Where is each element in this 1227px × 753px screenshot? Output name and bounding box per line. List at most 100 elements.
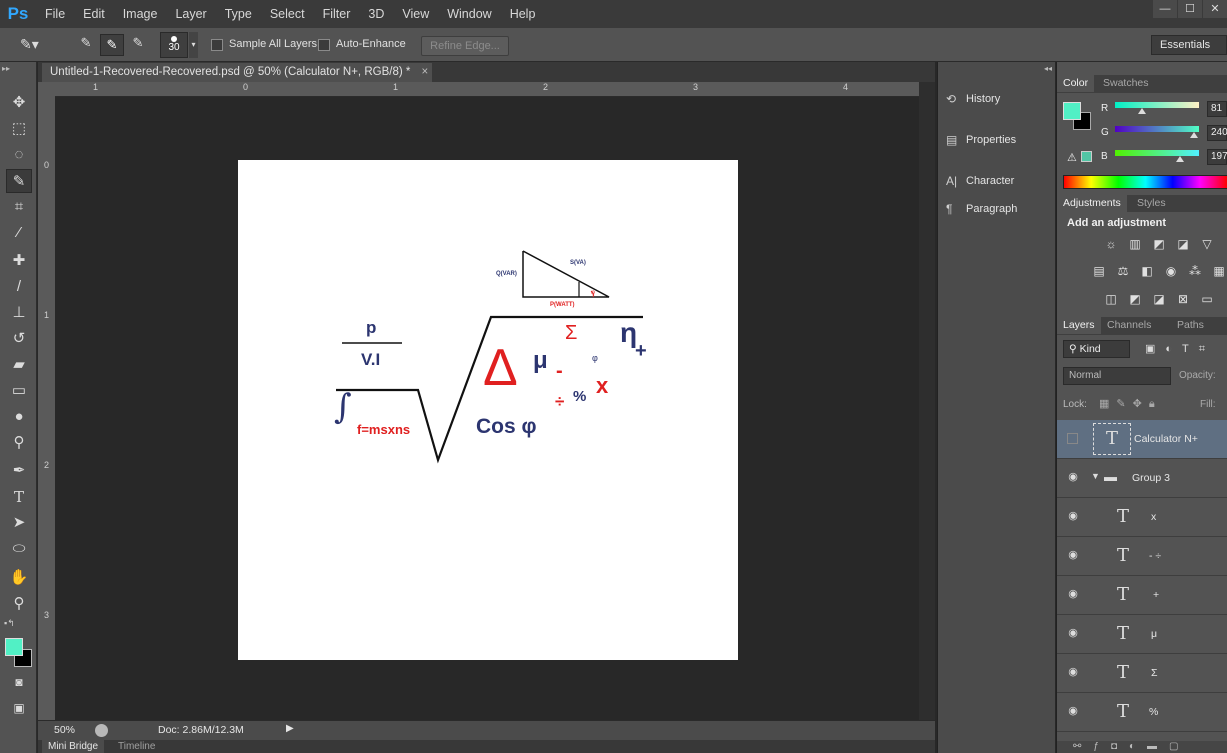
menu-view[interactable]: View [393, 0, 438, 28]
lock-icons[interactable]: ▦✎✥🔒︎ [1099, 397, 1162, 411]
tab-adjustments[interactable]: Adjustments [1057, 195, 1127, 212]
channel-mixer-icon[interactable]: ⁂ [1187, 264, 1203, 278]
minimize-button[interactable]: — [1153, 0, 1177, 18]
sample-all-layers-checkbox[interactable] [211, 39, 223, 51]
color-balance-icon[interactable]: ⚖ [1115, 264, 1131, 278]
green-slider[interactable] [1115, 126, 1199, 132]
close-document-icon[interactable]: × [422, 66, 429, 78]
layer-filter-icons[interactable]: ▣◐T⌗ [1145, 342, 1227, 356]
blue-value-field[interactable]: 197 [1207, 149, 1227, 165]
move-tool-icon[interactable]: ✥ [6, 91, 32, 115]
layer-row[interactable]: ◉ T % [1057, 693, 1227, 732]
curves-icon[interactable]: ◩ [1151, 237, 1167, 251]
tab-layers[interactable]: Layers [1057, 317, 1101, 334]
foreground-color-swatch[interactable] [5, 638, 23, 656]
pen-tool-icon[interactable]: ✒ [6, 459, 32, 483]
paragraph-panel-button[interactable]: ¶ Paragraph [946, 198, 1017, 220]
ellipse-tool-icon[interactable]: ⬭ [6, 537, 32, 561]
blend-mode-select[interactable]: Normal [1063, 367, 1171, 385]
layer-row[interactable]: ◉ T Σ [1057, 654, 1227, 693]
eraser-tool-icon[interactable]: ▰ [6, 353, 32, 377]
tab-color[interactable]: Color [1057, 75, 1095, 92]
workspace-switcher[interactable]: Essentials [1151, 35, 1227, 55]
character-panel-button[interactable]: A| Character [946, 170, 1014, 192]
clone-stamp-tool-icon[interactable]: ⊥ [6, 301, 32, 325]
status-info-icon[interactable] [95, 724, 108, 737]
menu-select[interactable]: Select [261, 0, 314, 28]
eye-icon[interactable]: ◉ [1067, 549, 1079, 561]
black-white-icon[interactable]: ◧ [1139, 264, 1155, 278]
red-value-field[interactable]: 81 [1207, 101, 1227, 117]
threshold-icon[interactable]: ◪ [1151, 292, 1167, 306]
collapse-tools-icon[interactable]: ▸▸ [2, 64, 10, 73]
eye-icon[interactable]: ◉ [1067, 705, 1079, 717]
tab-channels[interactable]: Channels [1101, 317, 1157, 334]
refine-edge-button[interactable]: Refine Edge... [421, 36, 509, 56]
eye-icon[interactable]: ◉ [1067, 588, 1079, 600]
hue-saturation-icon[interactable]: ▤ [1091, 264, 1107, 278]
invert-icon[interactable]: ◫ [1103, 292, 1119, 306]
layer-name[interactable]: + [1153, 589, 1159, 601]
menu-help[interactable]: Help [501, 0, 545, 28]
layer-filter-kind-select[interactable]: ⚲ Kind [1063, 340, 1130, 358]
default-colors-icon[interactable]: ▪↰ [4, 618, 15, 629]
layer-row-group[interactable]: ◉ ▼ ▬ Group 3 [1057, 459, 1227, 498]
posterize-icon[interactable]: ◩ [1127, 292, 1143, 306]
eye-icon[interactable]: ◉ [1067, 510, 1079, 522]
green-slider-thumb[interactable] [1189, 132, 1198, 138]
red-slider[interactable] [1115, 102, 1199, 108]
menu-file[interactable]: File [36, 0, 74, 28]
levels-icon[interactable]: ▥ [1127, 237, 1143, 251]
layers-footer-icons[interactable]: ⚯ƒ◘◐▬▢ [1057, 741, 1227, 753]
status-menu-arrow-icon[interactable]: ▶ [286, 723, 294, 734]
layer-name[interactable]: μ [1151, 628, 1157, 640]
layer-name[interactable]: % [1149, 706, 1158, 718]
menu-layer[interactable]: Layer [166, 0, 215, 28]
gradient-tool-icon[interactable]: ▭ [6, 379, 32, 403]
marquee-tool-icon[interactable]: ⬚ [6, 117, 32, 141]
selective-color-icon[interactable]: ⊠ [1175, 292, 1191, 306]
layer-name[interactable]: Calculator N+ [1134, 433, 1198, 445]
menu-type[interactable]: Type [216, 0, 261, 28]
group-expand-icon[interactable]: ▼ [1091, 471, 1100, 481]
red-slider-thumb[interactable] [1137, 108, 1146, 114]
layer-row[interactable]: ◉ T - ÷ [1057, 537, 1227, 576]
tab-mini-bridge[interactable]: Mini Bridge [42, 740, 105, 753]
hand-tool-icon[interactable]: ✋ [6, 566, 32, 590]
new-selection-icon[interactable]: ✎ [75, 35, 97, 55]
zoom-level[interactable]: 50% [54, 724, 75, 736]
quick-mask-icon[interactable]: ◙ [6, 670, 32, 694]
layer-name[interactable]: x [1151, 511, 1156, 523]
layer-row-selected[interactable]: T Calculator N+ [1057, 420, 1227, 459]
history-panel-button[interactable]: ⟲ History [946, 88, 1000, 110]
green-value-field[interactable]: 240 [1207, 125, 1227, 141]
gamut-warning-icon[interactable]: ⚠ [1067, 151, 1077, 164]
brush-size-picker[interactable]: 30 [160, 32, 188, 58]
properties-panel-button[interactable]: ▤ Properties [946, 129, 1016, 151]
zoom-tool-icon[interactable]: ⚲ [6, 592, 32, 616]
menu-3d[interactable]: 3D [359, 0, 393, 28]
healing-brush-tool-icon[interactable]: ✚ [6, 249, 32, 273]
color-lookup-icon[interactable]: ▦ [1211, 264, 1227, 278]
type-tool-icon[interactable]: T [6, 485, 32, 509]
tab-paths[interactable]: Paths [1171, 317, 1210, 334]
gradient-map-icon[interactable]: ▭ [1199, 292, 1215, 306]
layer-name[interactable]: Group 3 [1132, 472, 1170, 484]
quick-selection-preset-icon[interactable]: ✎▾ [20, 36, 46, 54]
vibrance-icon[interactable]: ▽ [1199, 237, 1215, 251]
document-tab[interactable]: Untitled-1-Recovered-Recovered.psd @ 50%… [42, 63, 432, 82]
crop-tool-icon[interactable]: ⌗ [6, 195, 32, 219]
blue-slider[interactable] [1115, 150, 1199, 156]
color-spectrum-ramp[interactable] [1063, 175, 1227, 189]
brightness-contrast-icon[interactable]: ☼ [1103, 237, 1119, 251]
add-to-selection-icon[interactable]: ✎ [100, 34, 124, 56]
history-brush-tool-icon[interactable]: ↺ [6, 327, 32, 351]
maximize-button[interactable]: ☐ [1178, 0, 1202, 18]
document-canvas[interactable]: Q(VAR) S(VA) P(WATT) φ p V.I ∫ f=msxns Δ… [238, 160, 738, 660]
menu-window[interactable]: Window [438, 0, 500, 28]
layer-visibility-off-icon[interactable] [1067, 433, 1078, 444]
layer-name[interactable]: Σ [1151, 667, 1158, 679]
screen-mode-icon[interactable]: ▣ [6, 696, 32, 720]
blue-slider-thumb[interactable] [1175, 156, 1184, 162]
photo-filter-icon[interactable]: ◉ [1163, 264, 1179, 278]
